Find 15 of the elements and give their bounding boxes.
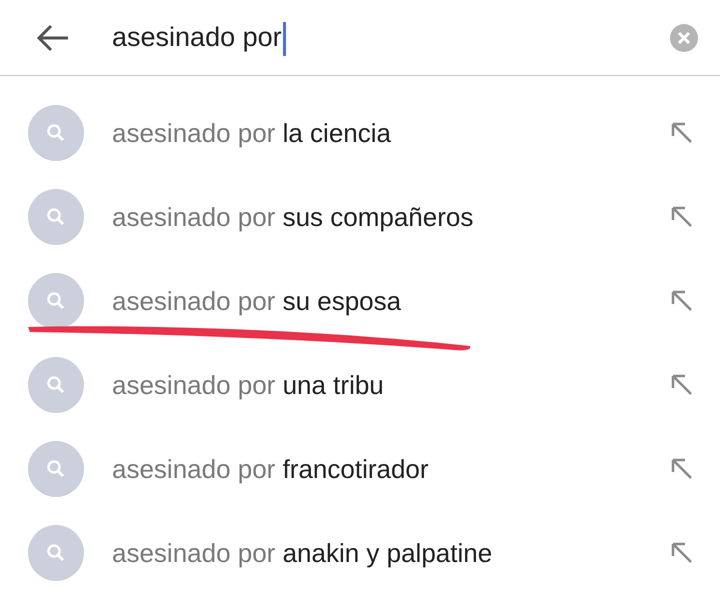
fill-query-icon[interactable] xyxy=(670,541,694,565)
suggestion-item[interactable]: asesinado por sus compañeros xyxy=(112,198,670,236)
suggestion-item[interactable]: asesinado por una tribu xyxy=(112,366,670,404)
back-button[interactable] xyxy=(36,24,70,52)
fill-query-icon[interactable] xyxy=(670,373,694,397)
suggestion-item[interactable]: asesinado por anakin y palpatine xyxy=(112,534,670,572)
fill-query-icon[interactable] xyxy=(670,205,694,229)
suggestion-item[interactable]: asesinado por la ciencia xyxy=(112,114,670,152)
fill-query-icon[interactable] xyxy=(670,289,694,313)
clear-button[interactable] xyxy=(670,24,698,52)
fill-query-icon[interactable] xyxy=(670,121,694,145)
suggestion-item[interactable]: asesinado por su esposa xyxy=(112,282,670,320)
search-field[interactable]: asesinado por xyxy=(112,17,286,58)
fill-query-icon[interactable] xyxy=(670,457,694,481)
suggestion-item[interactable]: asesinado por francotirador xyxy=(112,450,670,488)
